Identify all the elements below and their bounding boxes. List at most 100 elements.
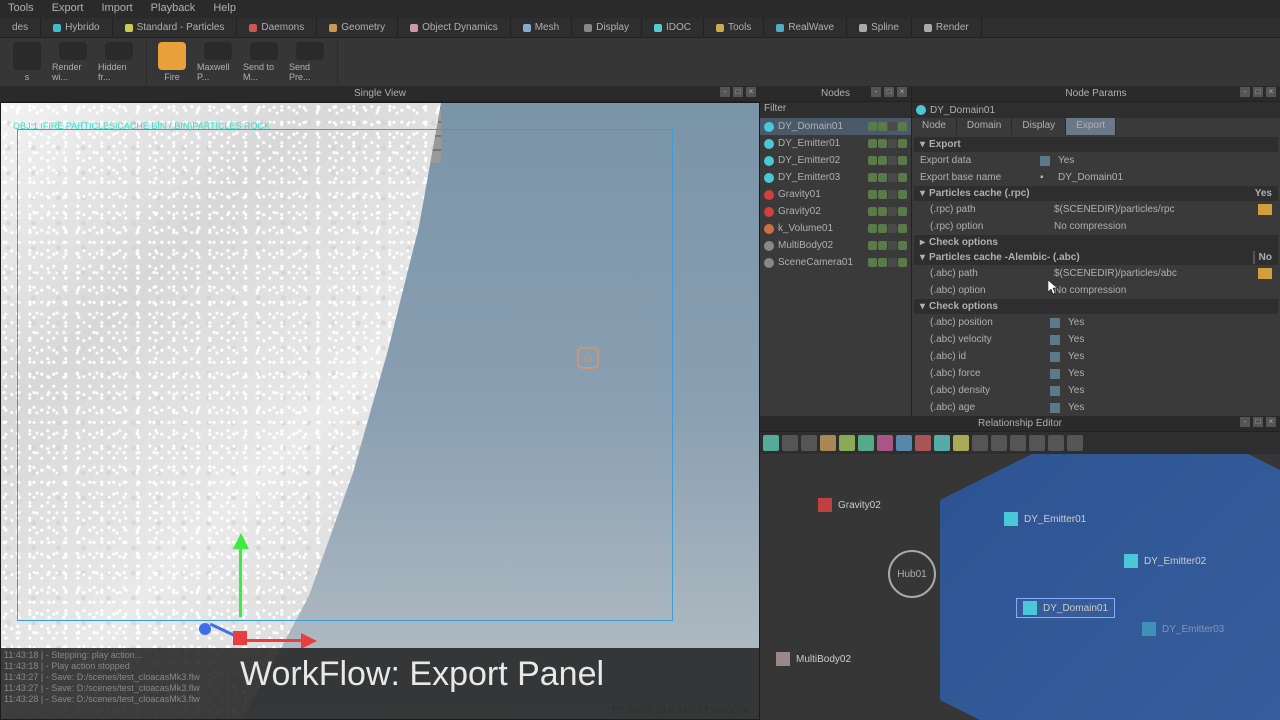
section-abc-check[interactable]: ▾ Check options [914, 299, 1278, 314]
browse-folder-icon[interactable] [1258, 204, 1272, 215]
node-toggle-icon[interactable] [878, 139, 887, 148]
checkbox-icon[interactable] [1050, 386, 1060, 396]
param-export-data[interactable]: Export data Yes [914, 152, 1278, 169]
viewport-close-icon[interactable]: × [746, 87, 756, 97]
rel-max-icon[interactable]: □ [1253, 417, 1263, 427]
node-item[interactable]: DY_Emitter02 [760, 152, 911, 169]
param-rpc-option[interactable]: (.rpc) option No compression [914, 218, 1278, 235]
node-toggle-icon[interactable] [898, 156, 907, 165]
rel-tool-4[interactable] [820, 435, 836, 451]
param-abc-attr[interactable]: (.abc) velocity Yes [914, 331, 1278, 348]
params-tab-domain[interactable]: Domain [957, 118, 1012, 135]
tab-spline[interactable]: Spline [847, 18, 912, 37]
nodes-filter-label[interactable]: Filter [760, 102, 911, 118]
node-toggle-icon[interactable] [878, 224, 887, 233]
node-toggle-icon[interactable] [868, 122, 877, 131]
nodes-min-icon[interactable]: - [871, 87, 881, 97]
menu-playback[interactable]: Playback [151, 2, 196, 16]
node-toggle-icon[interactable] [868, 156, 877, 165]
rel-tool-16[interactable] [1048, 435, 1064, 451]
menu-help[interactable]: Help [213, 2, 236, 16]
rel-tool-5[interactable] [839, 435, 855, 451]
node-toggle-icon[interactable] [868, 207, 877, 216]
node-toggle-icon[interactable] [898, 241, 907, 250]
node-toggle-icon[interactable] [878, 241, 887, 250]
node-toggle-icon[interactable] [888, 207, 897, 216]
node-toggle-icon[interactable] [878, 156, 887, 165]
tab-daemons[interactable]: Daemons [237, 18, 317, 37]
rel-tool-10[interactable] [934, 435, 950, 451]
nodes-close-icon[interactable]: × [897, 87, 907, 97]
gizmo-z-handle[interactable] [199, 623, 211, 635]
section-rpc[interactable]: ▾ Particles cache (.rpc) Yes [914, 186, 1278, 201]
rel-tool-15[interactable] [1029, 435, 1045, 451]
node-toggle-icon[interactable] [868, 258, 877, 267]
checkbox-icon[interactable] [1050, 369, 1060, 379]
tab-idoc[interactable]: IDOC [642, 18, 704, 37]
tab-tools[interactable]: Tools [704, 18, 764, 37]
rel-tool-17[interactable] [1067, 435, 1083, 451]
params-max-icon[interactable]: □ [1253, 87, 1263, 97]
node-item[interactable]: MultiBody02 [760, 237, 911, 254]
params-close-icon[interactable]: × [1266, 87, 1276, 97]
checkbox-icon[interactable] [1050, 403, 1060, 413]
node-toggle-icon[interactable] [888, 122, 897, 131]
node-toggle-icon[interactable] [888, 139, 897, 148]
params-tab-display[interactable]: Display [1012, 118, 1066, 135]
node-toggle-icon[interactable] [898, 190, 907, 199]
rel-hub[interactable]: Hub01 [888, 550, 936, 598]
menu-import[interactable]: Import [101, 2, 132, 16]
rel-tool-7[interactable] [877, 435, 893, 451]
nodes-list[interactable]: DY_Domain01 DY_Emitter01 DY_Emitter02 DY… [760, 118, 911, 416]
menu-export[interactable]: Export [52, 2, 84, 16]
section-export[interactable]: ▾ Export [914, 137, 1278, 152]
param-abc-attr[interactable]: (.abc) force Yes [914, 365, 1278, 382]
rel-tool-6[interactable] [858, 435, 874, 451]
rel-tool-12[interactable] [972, 435, 988, 451]
node-toggle-icon[interactable] [868, 224, 877, 233]
node-toggle-icon[interactable] [898, 224, 907, 233]
rel-tool-2[interactable] [782, 435, 798, 451]
params-tab-node[interactable]: Node [912, 118, 957, 135]
node-toggle-icon[interactable] [878, 258, 887, 267]
gizmo-x-arrow[interactable] [301, 633, 317, 649]
gizmo-y-arrow[interactable] [233, 533, 249, 549]
param-abc-option[interactable]: (.abc) option No compression [914, 282, 1278, 299]
node-toggle-icon[interactable] [868, 139, 877, 148]
tab-standard-particles[interactable]: Standard - Particles [113, 18, 238, 37]
checkbox-icon[interactable] [1253, 251, 1255, 264]
node-toggle-icon[interactable] [898, 122, 907, 131]
tool-hidden[interactable]: Hidden fr... [96, 40, 142, 84]
rel-tool-1[interactable] [763, 435, 779, 451]
node-toggle-icon[interactable] [888, 224, 897, 233]
menu-tools[interactable]: Tools [8, 2, 34, 16]
rel-node-gravity02[interactable]: Gravity02 [818, 498, 881, 512]
param-abc-attr[interactable]: (.abc) age Yes [914, 399, 1278, 416]
rel-node-emitter03[interactable]: DY_Emitter03 [1142, 622, 1224, 636]
node-toggle-icon[interactable] [888, 156, 897, 165]
tool-fire[interactable]: Fire [149, 40, 195, 84]
tab-geometry[interactable]: Geometry [317, 18, 398, 37]
node-toggle-icon[interactable] [868, 190, 877, 199]
node-item[interactable]: DY_Emitter01 [760, 135, 911, 152]
rel-tool-13[interactable] [991, 435, 1007, 451]
rel-tool-8[interactable] [896, 435, 912, 451]
tab-realwave[interactable]: RealWave [764, 18, 847, 37]
node-toggle-icon[interactable] [898, 139, 907, 148]
rel-node-emitter01[interactable]: DY_Emitter01 [1004, 512, 1086, 526]
node-toggle-icon[interactable] [868, 173, 877, 182]
section-abc[interactable]: ▾ Particles cache -Alembic- (.abc) No [914, 250, 1278, 265]
node-toggle-icon[interactable] [888, 173, 897, 182]
section-rpc-check[interactable]: ▸ Check options [914, 235, 1278, 250]
rel-node-domain01[interactable]: DY_Domain01 [1016, 598, 1115, 618]
node-toggle-icon[interactable] [898, 173, 907, 182]
node-item[interactable]: DY_Emitter03 [760, 169, 911, 186]
tab-mesh[interactable]: Mesh [511, 18, 572, 37]
checkbox-icon[interactable] [1050, 335, 1060, 345]
viewport-3d[interactable]: OBJ:1 |FIRE PARTICLES|CACHE BIN (.BIN)PA… [0, 102, 760, 720]
browse-folder-icon[interactable] [1258, 268, 1272, 279]
rel-tool-14[interactable] [1010, 435, 1026, 451]
node-toggle-icon[interactable] [898, 258, 907, 267]
param-rpc-path[interactable]: (.rpc) path $(SCENEDIR)/particles/rpc [914, 201, 1278, 218]
tool-render[interactable]: Render wi... [50, 40, 96, 84]
